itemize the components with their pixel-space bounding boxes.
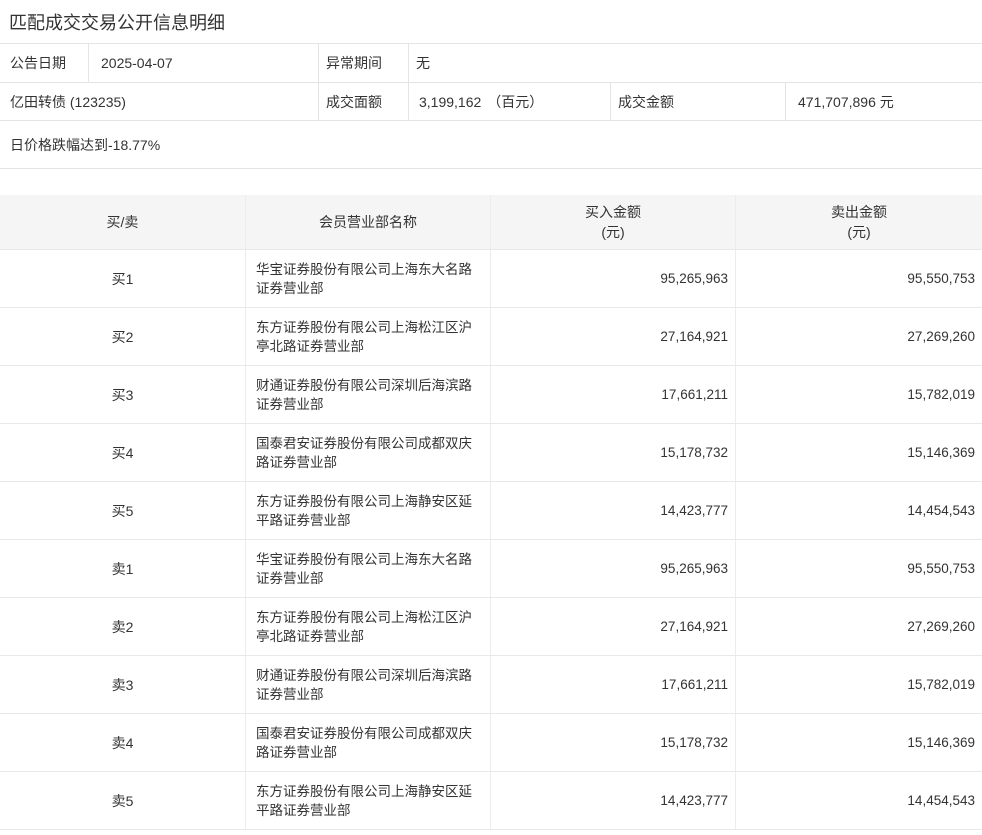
header-member: 会员营业部名称 [245,195,490,249]
side-cell: 买4 [111,444,134,461]
header-buy-amount-line1: 买入金额 [585,204,641,220]
member-cell: 东方证券股份有限公司上海松江区沪亭北路证券营业部 [245,598,490,655]
side-cell: 买3 [111,386,134,403]
member-cell: 财通证券股份有限公司深圳后海滨路证券营业部 [245,366,490,423]
sell-amount-cell: 27,269,260 [735,308,982,365]
abnormal-period-label: 异常期间 [318,44,408,82]
header-sell-amount-line2: (元) [847,224,871,240]
buy-amount-cell: 14,423,777 [490,482,735,539]
announce-date-value: 2025-04-07 [88,44,318,82]
member-cell: 财通证券股份有限公司深圳后海滨路证券营业部 [245,656,490,713]
buy-amount-cell: 15,178,732 [490,714,735,771]
price-change-note: 日价格跌幅达到-18.77% [10,136,161,153]
header-side: 买/卖 [106,214,139,230]
member-cell: 东方证券股份有限公司上海静安区延平路证券营业部 [245,482,490,539]
buy-amount-cell: 95,265,963 [490,250,735,307]
table-row: 买3 财通证券股份有限公司深圳后海滨路证券营业部 17,661,211 15,7… [0,366,982,424]
member-cell: 华宝证券股份有限公司上海东大名路证券营业部 [245,540,490,597]
table-row: 买1 华宝证券股份有限公司上海东大名路证券营业部 95,265,963 95,5… [0,250,982,308]
sell-amount-cell: 14,454,543 [735,482,982,539]
table-row: 卖1 华宝证券股份有限公司上海东大名路证券营业部 95,265,963 95,5… [0,540,982,598]
header-buy-amount: 买入金额 (元) [490,195,735,249]
turnover-label: 成交金额 [610,83,785,120]
side-cell: 买5 [111,502,134,519]
buy-amount-cell: 15,178,732 [490,424,735,481]
security-name: 亿田转债 (123235) [10,93,126,110]
sell-amount-cell: 15,146,369 [735,424,982,481]
side-cell: 卖2 [111,618,134,635]
member-cell: 国泰君安证券股份有限公司成都双庆路证券营业部 [245,424,490,481]
member-cell: 国泰君安证券股份有限公司成都双庆路证券营业部 [245,714,490,771]
table-row: 卖3 财通证券股份有限公司深圳后海滨路证券营业部 17,661,211 15,7… [0,656,982,714]
face-value-label: 成交面额 [318,83,408,120]
table-row: 卖4 国泰君安证券股份有限公司成都双庆路证券营业部 15,178,732 15,… [0,714,982,772]
face-value-unit: （百元） [487,93,544,110]
info-row-security: 亿田转债 (123235) 成交面额 3,199,162 （百元） 成交金额 4… [0,83,982,121]
page-title: 匹配成交交易公开信息明细 [9,13,225,33]
abnormal-period-value: 无 [408,44,982,82]
sell-amount-cell: 95,550,753 [735,540,982,597]
side-cell: 卖3 [111,676,134,693]
announce-date-label: 公告日期 [10,55,66,71]
sell-amount-cell: 15,146,369 [735,714,982,771]
side-cell: 卖4 [111,734,134,751]
buy-amount-cell: 17,661,211 [490,656,735,713]
header-buy-amount-line2: (元) [601,224,625,240]
side-cell: 卖5 [111,792,134,809]
side-cell: 买1 [111,270,134,287]
side-cell: 买2 [111,328,134,345]
member-cell: 东方证券股份有限公司上海松江区沪亭北路证券营业部 [245,308,490,365]
trade-table: 买/卖 会员营业部名称 买入金额 (元) 卖出金额 (元) 买1 华宝证券股份有… [0,195,982,830]
buy-amount-cell: 27,164,921 [490,598,735,655]
table-row: 买4 国泰君安证券股份有限公司成都双庆路证券营业部 15,178,732 15,… [0,424,982,482]
header-sell-amount-line1: 卖出金额 [831,204,887,220]
table-row: 买5 东方证券股份有限公司上海静安区延平路证券营业部 14,423,777 14… [0,482,982,540]
member-cell: 华宝证券股份有限公司上海东大名路证券营业部 [245,250,490,307]
sell-amount-cell: 15,782,019 [735,366,982,423]
member-cell: 东方证券股份有限公司上海静安区延平路证券营业部 [245,772,490,829]
info-row-dates: 公告日期 2025-04-07 异常期间 无 [0,44,982,83]
turnover-value: 471,707,896 元 [785,83,982,120]
face-value-value: 3,199,162 （百元） [408,83,610,120]
buy-amount-cell: 14,423,777 [490,772,735,829]
header-sell-amount: 卖出金额 (元) [735,195,982,249]
table-header: 买/卖 会员营业部名称 买入金额 (元) 卖出金额 (元) [0,195,982,250]
table-row: 卖2 东方证券股份有限公司上海松江区沪亭北路证券营业部 27,164,921 2… [0,598,982,656]
sell-amount-cell: 95,550,753 [735,250,982,307]
info-row-note: 日价格跌幅达到-18.77% [0,121,982,169]
table-row: 买2 东方证券股份有限公司上海松江区沪亭北路证券营业部 27,164,921 2… [0,308,982,366]
table-row: 卖5 东方证券股份有限公司上海静安区延平路证券营业部 14,423,777 14… [0,772,982,830]
buy-amount-cell: 27,164,921 [490,308,735,365]
sell-amount-cell: 15,782,019 [735,656,982,713]
face-value-number: 3,199,162 [419,93,482,110]
info-panel: 公告日期 2025-04-07 异常期间 无 亿田转债 (123235) 成交面… [0,43,982,169]
buy-amount-cell: 95,265,963 [490,540,735,597]
buy-amount-cell: 17,661,211 [490,366,735,423]
sell-amount-cell: 27,269,260 [735,598,982,655]
side-cell: 卖1 [111,560,134,577]
sell-amount-cell: 14,454,543 [735,772,982,829]
